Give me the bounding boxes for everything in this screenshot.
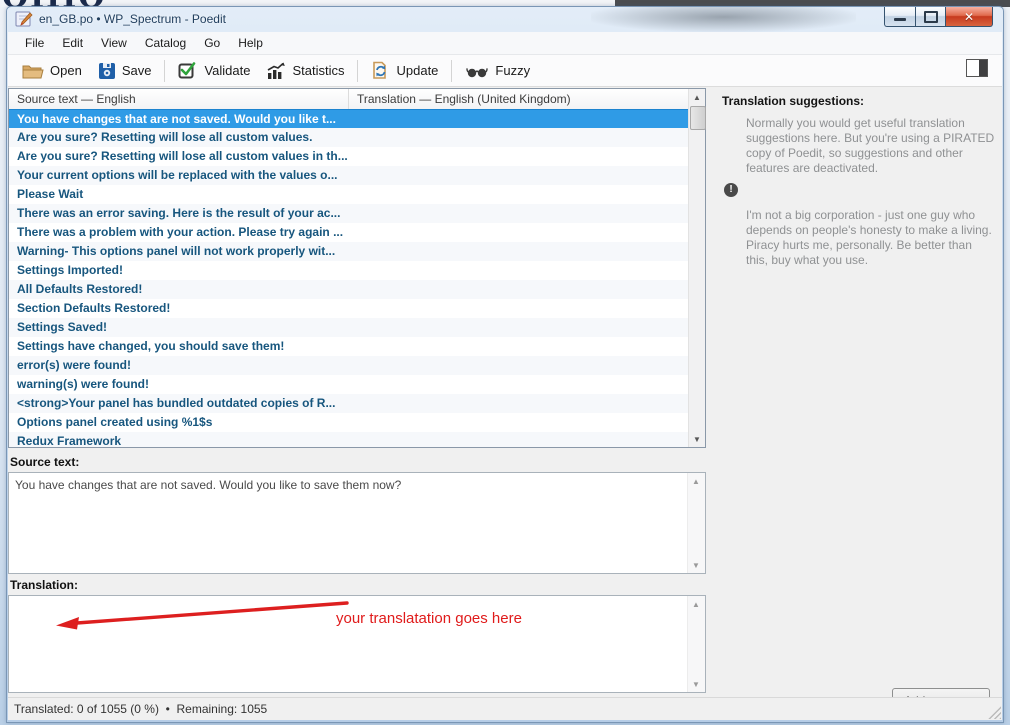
statistics-button[interactable]: Statistics (258, 59, 352, 83)
suggestions-paragraph-1: Normally you would get useful translatio… (746, 116, 996, 176)
update-button[interactable]: Update (363, 58, 446, 83)
list-item[interactable]: Your current options will be replaced wi… (9, 166, 688, 185)
poedit-app-icon (15, 11, 33, 27)
save-label: Save (122, 63, 152, 78)
resize-grip[interactable] (988, 706, 1001, 719)
suggestions-sidebar: Translation suggestions: Normally you wo… (710, 88, 1000, 684)
window-title: en_GB.po • WP_Spectrum - Poedit (39, 12, 226, 26)
save-button[interactable]: Save (90, 59, 160, 83)
translation-label: Translation: (10, 578, 78, 592)
list-item[interactable]: All Defaults Restored! (9, 280, 688, 299)
toolbar-separator (164, 60, 165, 82)
list-item[interactable]: There was a problem with your action. Pl… (9, 223, 688, 242)
scrollbar-thumb[interactable] (690, 106, 706, 130)
column-header-source[interactable]: Source text — English (9, 89, 349, 109)
menu-help[interactable]: Help (229, 33, 272, 53)
minimize-icon (894, 18, 906, 21)
checkmark-icon (178, 61, 198, 80)
toolbar-separator (357, 60, 358, 82)
status-bar: Translated: 0 of 1055 (0 %) • Remaining:… (8, 697, 1002, 720)
list-item[interactable]: warning(s) were found! (9, 375, 688, 394)
open-label: Open (50, 63, 82, 78)
list-header: Source text — English Translation — Engl… (9, 89, 688, 110)
menu-edit[interactable]: Edit (53, 33, 92, 53)
floppy-icon (98, 62, 116, 80)
list-item[interactable]: Section Defaults Restored! (9, 299, 688, 318)
poedit-window: en_GB.po • WP_Spectrum - Poedit ✕ File E… (6, 6, 1004, 723)
list-item[interactable]: <strong>Your panel has bundled outdated … (9, 394, 688, 413)
maximize-icon (924, 11, 938, 23)
glasses-icon (465, 63, 489, 79)
fuzzy-label: Fuzzy (495, 63, 530, 78)
sidebar-toggle-button[interactable] (966, 59, 988, 77)
suggestions-paragraph-2: I'm not a big corporation - just one guy… (746, 208, 996, 268)
source-text-box[interactable]: You have changes that are not saved. Wou… (8, 472, 706, 574)
statistics-label: Statistics (292, 63, 344, 78)
source-text-value: You have changes that are not saved. Wou… (15, 478, 683, 493)
menu-view[interactable]: View (92, 33, 136, 53)
exclamation-icon: ! (724, 183, 738, 197)
scroll-up-icon[interactable]: ▲ (688, 473, 704, 489)
toolbar: Open Save Validate (8, 55, 1002, 87)
caption-buttons: ✕ (884, 7, 993, 26)
list-item[interactable]: Settings Imported! (9, 261, 688, 280)
list-item[interactable]: There was an error saving. Here is the r… (9, 204, 688, 223)
validate-label: Validate (204, 63, 250, 78)
sidebar-toggle-icon (979, 60, 987, 76)
list-item[interactable]: Are you sure? Resetting will lose all cu… (9, 147, 688, 166)
folder-icon (22, 62, 44, 80)
column-header-translation[interactable]: Translation — English (United Kingdom) (349, 89, 688, 109)
menu-bar: File Edit View Catalog Go Help (8, 32, 1002, 55)
title-bar[interactable]: en_GB.po • WP_Spectrum - Poedit ✕ (7, 7, 1003, 32)
source-text-label: Source text: (10, 455, 79, 469)
validate-button[interactable]: Validate (170, 58, 258, 83)
list-item[interactable]: Settings Saved! (9, 318, 688, 337)
source-scrollbar[interactable]: ▲ ▼ (687, 473, 705, 573)
close-button[interactable]: ✕ (946, 7, 993, 27)
string-list: Source text — English Translation — Engl… (8, 88, 706, 448)
scroll-down-icon[interactable]: ▼ (688, 557, 704, 573)
list-item[interactable]: Warning- This options panel will not wor… (9, 242, 688, 261)
scroll-up-icon[interactable]: ▲ (689, 89, 705, 105)
close-icon: ✕ (964, 10, 974, 24)
menu-go[interactable]: Go (195, 33, 229, 53)
status-text: Translated: 0 of 1055 (0 %) • Remaining:… (14, 702, 267, 716)
menu-catalog[interactable]: Catalog (136, 33, 195, 53)
list-item[interactable]: Redux Framework (9, 432, 688, 447)
minimize-button[interactable] (884, 7, 915, 27)
aero-blur-patch (591, 7, 856, 32)
update-label: Update (396, 63, 438, 78)
list-item[interactable]: error(s) were found! (9, 356, 688, 375)
translation-input-box[interactable]: your translatation goes here ▲ ▼ (8, 595, 706, 693)
list-item[interactable]: You have changes that are not saved. Wou… (9, 109, 688, 128)
list-scrollbar[interactable]: ▲ ▼ (688, 89, 705, 447)
scroll-down-icon[interactable]: ▼ (688, 676, 704, 692)
maximize-button[interactable] (915, 7, 946, 27)
translation-scrollbar[interactable]: ▲ ▼ (687, 596, 705, 692)
scroll-down-icon[interactable]: ▼ (689, 431, 705, 447)
scroll-up-icon[interactable]: ▲ (688, 596, 704, 612)
toolbar-separator (451, 60, 452, 82)
suggestions-heading: Translation suggestions: (722, 94, 864, 108)
refresh-icon (371, 61, 390, 80)
fuzzy-button[interactable]: Fuzzy (457, 60, 538, 82)
list-item[interactable]: Options panel created using %1$s (9, 413, 688, 432)
client-area: File Edit View Catalog Go Help Open (8, 32, 1002, 720)
string-list-rows: You have changes that are not saved. Wou… (9, 109, 688, 447)
bar-chart-icon (266, 62, 286, 80)
list-item[interactable]: Settings have changed, you should save t… (9, 337, 688, 356)
list-item[interactable]: Are you sure? Resetting will lose all cu… (9, 128, 688, 147)
list-item[interactable]: Please Wait (9, 185, 688, 204)
annotation-text: your translatation goes here (336, 610, 522, 627)
open-button[interactable]: Open (14, 59, 90, 83)
menu-file[interactable]: File (16, 33, 53, 53)
